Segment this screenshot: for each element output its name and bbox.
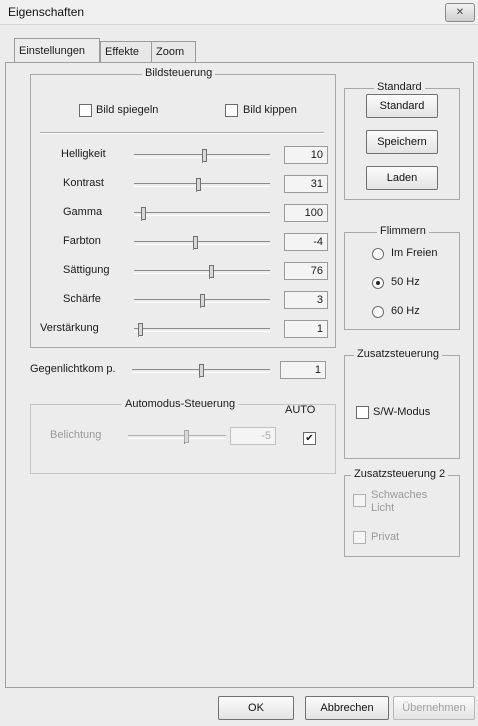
auto-label: AUTO [285,404,316,416]
slider-tick [202,161,203,163]
exposure-value: -5 [230,427,276,445]
flicker-radio[interactable] [372,306,384,318]
slider-tick [141,219,142,221]
slider-value[interactable]: 3 [284,291,328,309]
flicker-option-label: 60 Hz [391,305,420,317]
exposure-label: Belichtung [50,429,102,441]
apply-button: Übernehmen [393,696,475,720]
backlight-value[interactable]: 1 [280,361,326,379]
slider-tick [200,306,201,308]
ok-button[interactable]: OK [218,696,294,720]
slider-label: Gamma [63,206,103,218]
checkmark-icon: ✔ [305,432,314,444]
standard-button[interactable]: Standard [366,94,438,118]
zusatz2-title: Zusatzsteuerung 2 [351,468,449,480]
slider[interactable] [134,291,270,309]
slider[interactable] [134,204,270,222]
slider-value[interactable]: -4 [284,233,328,251]
flip-checkbox[interactable] [225,104,238,117]
low-light-checkbox [353,494,366,507]
private-checkbox [353,531,366,544]
slider-value[interactable]: 100 [284,204,328,222]
separator [40,132,324,134]
slider-label: Schärfe [63,293,101,305]
slider-tick [199,376,200,378]
flicker-radio[interactable] [372,277,384,289]
slider[interactable] [134,175,270,193]
slider[interactable] [134,320,270,338]
backlight-slider[interactable] [132,361,270,379]
slider-label: Helligkeit [61,148,106,160]
slider-track [134,241,270,245]
close-button[interactable]: ✕ [445,3,475,22]
flicker-radio[interactable] [372,248,384,260]
slider-label: Farbton [63,235,101,247]
slider[interactable] [134,233,270,251]
slider-value[interactable]: 76 [284,262,328,280]
slider-tick [184,442,185,444]
zusatz2-group [344,475,460,557]
private-label: Privat [371,531,400,543]
automodus-title: Automodus-Steuerung [122,398,239,410]
tab-label: Einstellungen [19,44,86,57]
slider-value[interactable]: 10 [284,146,328,164]
slider-label: Sättigung [63,264,110,276]
slider-value[interactable]: 1 [284,320,328,338]
slider-tick [193,248,194,250]
radio-dot [376,281,380,285]
tab-label: Effekte [105,46,140,58]
exposure-slider [128,427,226,445]
zusatz-title: Zusatzsteuerung [354,348,442,360]
slider-tick [138,335,139,337]
slider-track [134,270,270,274]
flimmern-title: Flimmern [377,225,429,237]
window-title: Eigenschaften [8,5,85,19]
flip-label: Bild kippen [243,104,297,116]
bildsteuerung-title: Bildsteuerung [142,67,216,79]
slider-track [134,183,270,187]
slider-tick [209,277,210,279]
close-icon: ✕ [455,7,465,18]
tab-label: Zoom [156,46,185,58]
backlight-label: Gegenlichtkom p. [30,363,116,375]
tab-zoom[interactable]: Zoom [151,41,196,62]
tab-einstellungen[interactable]: Einstellungen [14,38,100,62]
slider[interactable] [134,146,270,164]
flicker-option-label: 50 Hz [391,276,420,288]
slider-track [134,212,270,216]
sw-mode-checkbox[interactable] [356,406,369,419]
slider-track [134,328,270,332]
slider-label: Kontrast [63,177,104,189]
standard-title: Standard [374,81,425,93]
flicker-option-label: Im Freien [391,247,438,259]
cancel-button[interactable]: Abbrechen [305,696,389,720]
save-button[interactable]: Speichern [366,130,438,154]
mirror-label: Bild spiegeln [96,104,159,116]
slider-tick [196,190,197,192]
slider-label: Verstärkung [40,322,99,334]
auto-checkbox[interactable]: ✔ [303,432,316,445]
load-button[interactable]: Laden [366,166,438,190]
sw-mode-label: S/W-Modus [373,406,431,418]
slider-track [128,435,226,439]
mirror-checkbox[interactable] [79,104,92,117]
tab-effekte[interactable]: Effekte [100,41,152,62]
slider-value[interactable]: 31 [284,175,328,193]
slider[interactable] [134,262,270,280]
low-light-label: Schwaches Licht [371,489,428,514]
